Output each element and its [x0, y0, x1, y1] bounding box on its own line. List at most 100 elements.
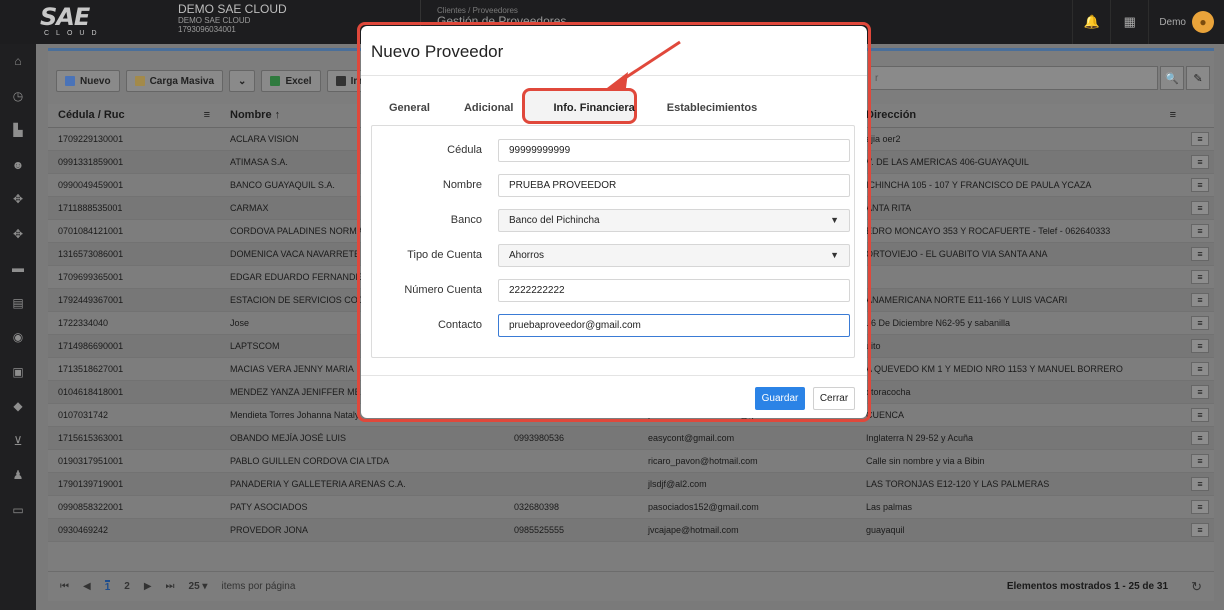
upload-icon	[134, 76, 145, 86]
cart-icon[interactable]: ⊻	[0, 424, 36, 459]
cell-nombre: PATY ASOCIADOS	[220, 495, 504, 519]
row-menu-icon[interactable]: ≡	[1191, 315, 1209, 330]
cell-dir: Las palmas	[856, 495, 1186, 519]
next-page-icon[interactable]: ▶	[144, 581, 152, 592]
cell-dir: ejia oer2	[856, 127, 1186, 151]
cell-ruc: 1714986690001	[48, 334, 220, 358]
cell-dir: ANAMERICANA NORTE E11-166 Y LUIS VACARI	[856, 288, 1186, 312]
row-menu-icon[interactable]: ≡	[1191, 177, 1209, 192]
cell-nombre: OBANDO MEJÍA JOSÉ LUIS	[220, 426, 504, 450]
modal-highlight-outline	[357, 22, 871, 422]
row-actions: ≡	[1186, 311, 1214, 335]
cell-ruc: 0104618418001	[48, 380, 220, 404]
column-header-ruc[interactable]: Cédula / Ruc ≡	[48, 104, 220, 128]
handshake-icon[interactable]: ✥	[0, 217, 36, 252]
eraser-icon[interactable]: ✎	[1186, 66, 1210, 90]
cell-ruc: 0701084121001	[48, 219, 220, 243]
row-menu-icon[interactable]: ≡	[1191, 453, 1209, 468]
first-page-icon[interactable]: ⏮	[60, 581, 69, 592]
column-header-direccion[interactable]: Dirección ≡	[856, 104, 1186, 128]
reload-icon[interactable]: ↻	[1191, 579, 1202, 595]
row-actions: ≡	[1186, 219, 1214, 243]
dropdown-button[interactable]: ⌄	[229, 70, 256, 92]
filter-icon[interactable]: ≡	[1170, 109, 1176, 121]
row-actions: ≡	[1186, 265, 1214, 289]
table-row[interactable]: 0990858322001 PATY ASOCIADOS 032680398 paso…	[48, 495, 1214, 519]
page-1-button[interactable]: 1	[104, 580, 111, 593]
bank-icon[interactable]: ◉	[0, 320, 36, 355]
cell-email: jvcajape@hotmail.com	[638, 518, 856, 542]
row-menu-icon[interactable]: ≡	[1191, 384, 1209, 399]
calculator-icon[interactable]: ▤	[0, 286, 36, 321]
row-menu-icon[interactable]: ≡	[1191, 246, 1209, 261]
table-row[interactable]: 0190317951001 PABLO GUILLEN CORDOVA CIA L…	[48, 449, 1214, 473]
cell-dir: V. DE LAS AMERICAS 406-GUAYAQUIL	[856, 150, 1186, 174]
sae-logo[interactable]: SAE CLOUD	[40, 4, 120, 40]
cell-ruc: 1709229130001	[48, 127, 220, 151]
row-menu-icon[interactable]: ≡	[1191, 131, 1209, 146]
row-menu-icon[interactable]: ≡	[1191, 292, 1209, 307]
per-page-label: items por página	[221, 581, 296, 592]
excel-button[interactable]: Excel	[261, 70, 321, 92]
cell-ruc: 1792449367001	[48, 288, 220, 312]
table-row[interactable]: 1790139719001 PANADERIA Y GALLETERIA AREN…	[48, 472, 1214, 496]
apps-grid-icon[interactable]: ▦	[1110, 0, 1148, 44]
table-row[interactable]: 1715615363001 OBANDO MEJÍA JOSÉ LUIS 09939…	[48, 426, 1214, 450]
row-actions: ≡	[1186, 495, 1214, 519]
cell-ruc: 0990049459001	[48, 173, 220, 197]
shield-icon[interactable]: ◆	[0, 389, 36, 424]
filter-icon[interactable]: ≡	[204, 109, 210, 121]
row-actions: ≡	[1186, 334, 1214, 358]
row-menu-icon[interactable]: ≡	[1191, 499, 1209, 514]
bell-icon[interactable]: 🔔	[1072, 0, 1110, 44]
cell-ruc: 1316573086001	[48, 242, 220, 266]
cell-dir: uito	[856, 334, 1186, 358]
prev-page-icon[interactable]: ◀	[83, 581, 91, 592]
company-name: DEMO SAE CLOUD	[178, 2, 287, 16]
row-menu-icon[interactable]: ≡	[1191, 407, 1209, 422]
company-subname: DEMO SAE CLOUD	[178, 16, 251, 25]
page-2-button[interactable]: 2	[124, 581, 130, 592]
cell-ruc: 1715615363001	[48, 426, 220, 450]
row-menu-icon[interactable]: ≡	[1191, 200, 1209, 215]
user-menu[interactable]: Demo ●	[1148, 0, 1224, 44]
handshake-icon[interactable]: ✥	[0, 182, 36, 217]
search-input[interactable]: r	[868, 66, 1158, 90]
row-menu-icon[interactable]: ≡	[1191, 430, 1209, 445]
cell-email: jlsdjf@al2.com	[638, 472, 856, 496]
cell-dir: ANTA RITA	[856, 196, 1186, 220]
items-summary: Elementos mostrados 1 - 25 de 31	[1006, 581, 1168, 592]
last-page-icon[interactable]: ⏭	[166, 581, 175, 592]
row-menu-icon[interactable]: ≡	[1191, 522, 1209, 537]
print-icon	[335, 76, 346, 86]
row-menu-icon[interactable]: ≡	[1191, 361, 1209, 376]
chevron-down-icon: ⌄	[238, 75, 247, 87]
users-icon[interactable]: ☻	[0, 148, 36, 183]
user-icon[interactable]: ♟	[0, 458, 36, 493]
row-menu-icon[interactable]: ≡	[1191, 338, 1209, 353]
search-icon[interactable]: 🔍	[1160, 66, 1184, 90]
row-menu-icon[interactable]: ≡	[1191, 154, 1209, 169]
row-menu-icon[interactable]: ≡	[1191, 476, 1209, 491]
new-doc-icon	[65, 76, 75, 86]
box-icon[interactable]: ▣	[0, 355, 36, 390]
nuevo-button[interactable]: Nuevo	[56, 70, 120, 92]
card-icon[interactable]: ▭	[0, 493, 36, 528]
row-menu-icon[interactable]: ≡	[1191, 269, 1209, 284]
per-page-select[interactable]: 25 ▾	[189, 581, 208, 592]
row-menu-icon[interactable]: ≡	[1191, 223, 1209, 238]
carga-masiva-button[interactable]: Carga Masiva	[125, 70, 224, 92]
clock-icon[interactable]: ◷	[0, 79, 36, 114]
cell-dir: otoracocha	[856, 380, 1186, 404]
cell-tel	[504, 472, 638, 496]
cell-nombre: PANADERIA Y GALLETERIA ARENAS C.A.	[220, 472, 504, 496]
row-actions: ≡	[1186, 173, 1214, 197]
cell-dir: ORTOVIEJO - EL GUABITO VIA SANTA ANA	[856, 242, 1186, 266]
truck-icon[interactable]: ▬	[0, 251, 36, 286]
cell-dir: LAS TORONJAS E12-120 Y LAS PALMERAS	[856, 472, 1186, 496]
table-row[interactable]: 0930469242 PROVEDOR JONA 0985525555 jvcajap…	[48, 518, 1214, 542]
home-icon[interactable]: ⌂	[0, 44, 36, 79]
tab-info-financiera[interactable]: Info. Financiera	[529, 96, 650, 120]
cell-email: easycont@gmail.com	[638, 426, 856, 450]
factory-icon[interactable]: ▙	[0, 113, 36, 148]
